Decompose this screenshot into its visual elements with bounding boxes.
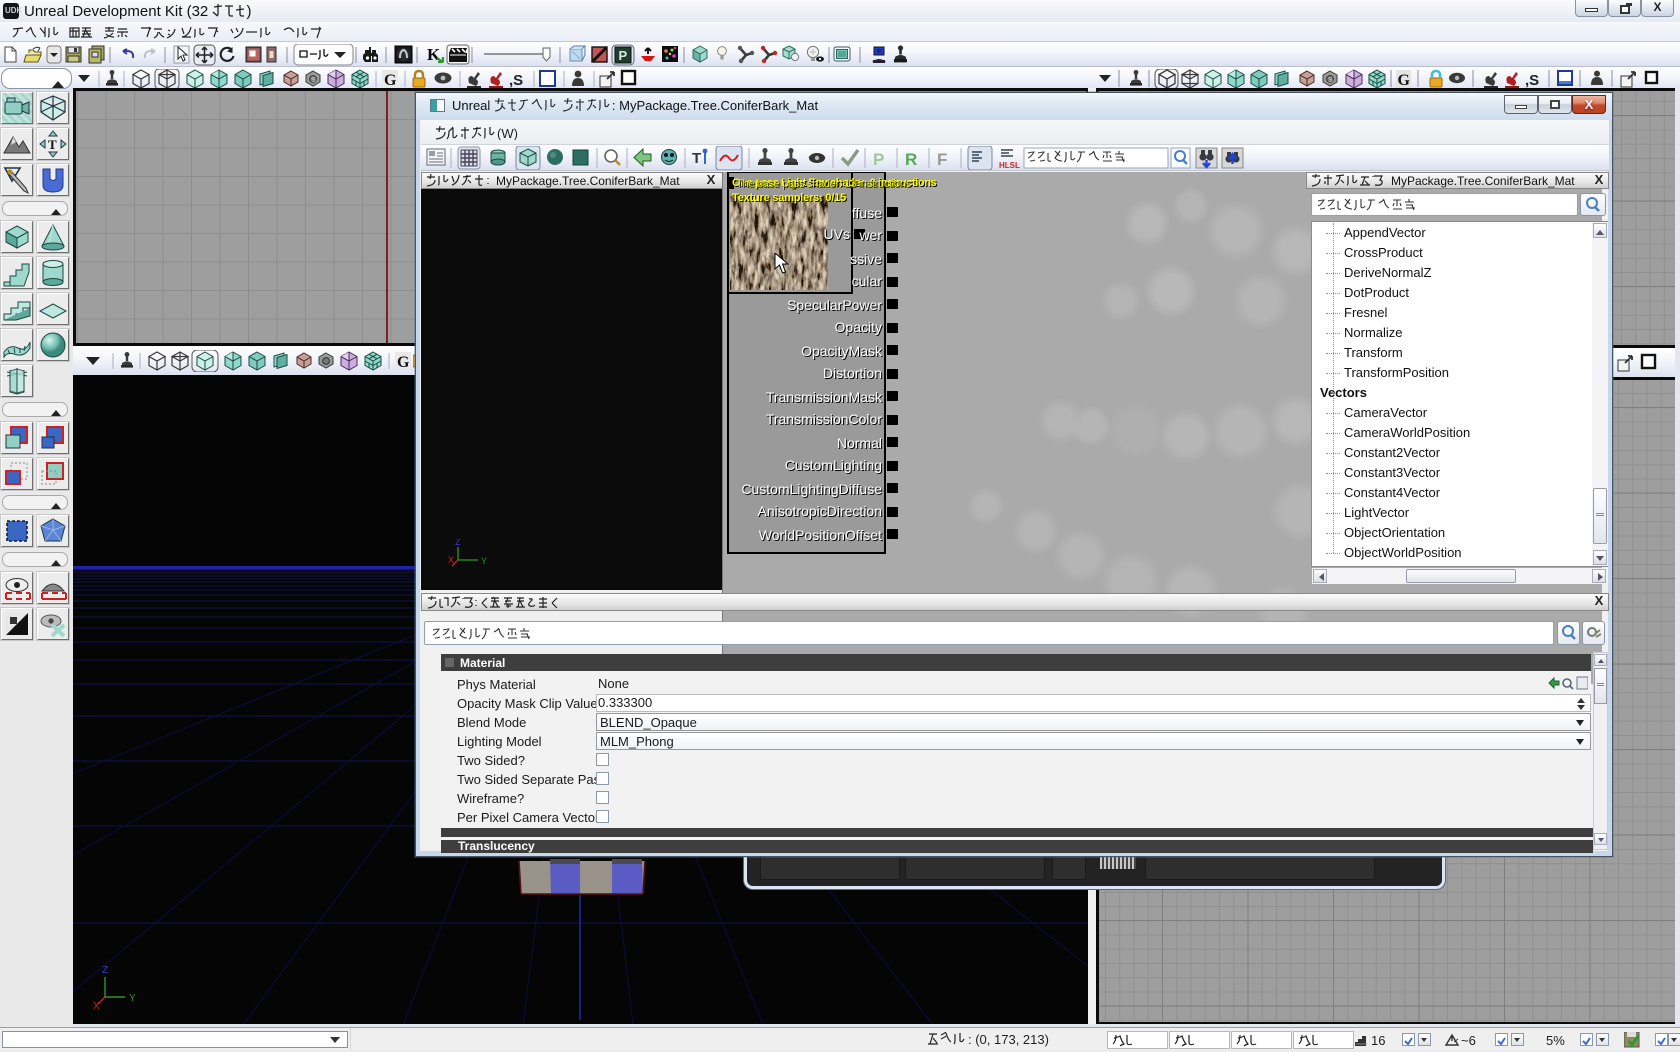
svg-text:G: G bbox=[397, 354, 410, 371]
svg-text:G: G bbox=[384, 72, 397, 89]
svg-text:Y: Y bbox=[481, 556, 487, 566]
svg-text:(W): (W) bbox=[497, 126, 518, 140]
svg-text:T: T bbox=[48, 137, 57, 152]
svg-text:,S: ,S bbox=[509, 72, 523, 89]
svg-text:: (0, 173, 213): : (0, 173, 213) bbox=[968, 1032, 1049, 1047]
svg-text:R: R bbox=[905, 150, 917, 169]
svg-text:,S: ,S bbox=[1525, 72, 1539, 89]
svg-text:F: F bbox=[937, 150, 947, 169]
svg-text:P: P bbox=[873, 150, 884, 169]
svg-text:X: X bbox=[93, 1001, 100, 1012]
svg-text:Z: Z bbox=[455, 539, 461, 547]
svg-text:T: T bbox=[692, 150, 701, 167]
svg-text:HLSL: HLSL bbox=[999, 161, 1020, 170]
svg-text:S: S bbox=[311, 77, 316, 84]
svg-text:Y: Y bbox=[129, 993, 136, 1004]
svg-text:Z: Z bbox=[102, 965, 108, 976]
svg-text:P: P bbox=[619, 48, 628, 63]
svg-text:X: X bbox=[448, 555, 454, 565]
svg-text:G: G bbox=[1398, 72, 1411, 89]
svg-text:S: S bbox=[1328, 77, 1333, 84]
